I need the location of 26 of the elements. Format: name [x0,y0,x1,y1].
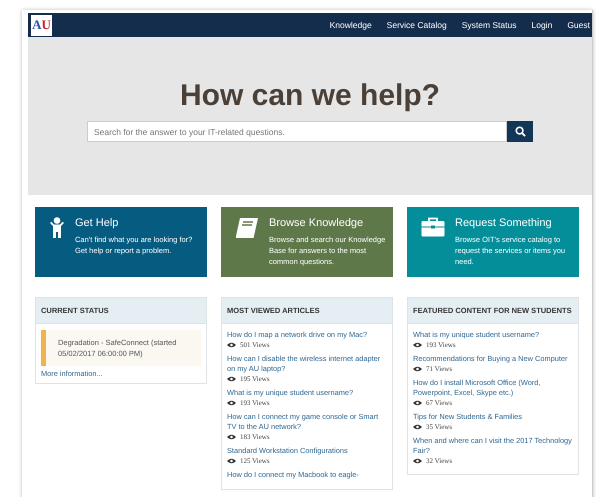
book-icon [235,217,259,239]
tile-title: Request Something [455,217,553,229]
search-icon [514,126,526,137]
hero-heading: How can we help? [180,79,440,113]
search-field[interactable]: Search for the answer to your IT-related questions. [87,121,507,142]
eye-icon [413,342,422,348]
eye-icon [227,400,236,406]
eye-icon [227,458,236,464]
eye-icon [227,376,236,382]
eye-icon [413,458,422,464]
eye-icon [413,424,422,430]
eye-icon [227,342,236,348]
person-icon [49,217,65,239]
search-button[interactable] [507,121,533,142]
logo[interactable]: AU [31,14,52,36]
eye-icon [413,366,422,372]
eye-icon [413,400,422,406]
nav-link[interactable]: Guest [567,20,590,30]
nav-link[interactable]: Login [532,20,552,30]
tile-title: Browse Knowledge [269,217,364,229]
nav-link[interactable]: Knowledge [330,20,372,30]
eye-icon [227,434,236,440]
tile-title: Get Help [75,217,120,229]
nav-link[interactable]: Service Catalog [386,20,447,30]
briefcase-icon [421,217,445,237]
nav-link[interactable]: System Status [462,20,516,30]
